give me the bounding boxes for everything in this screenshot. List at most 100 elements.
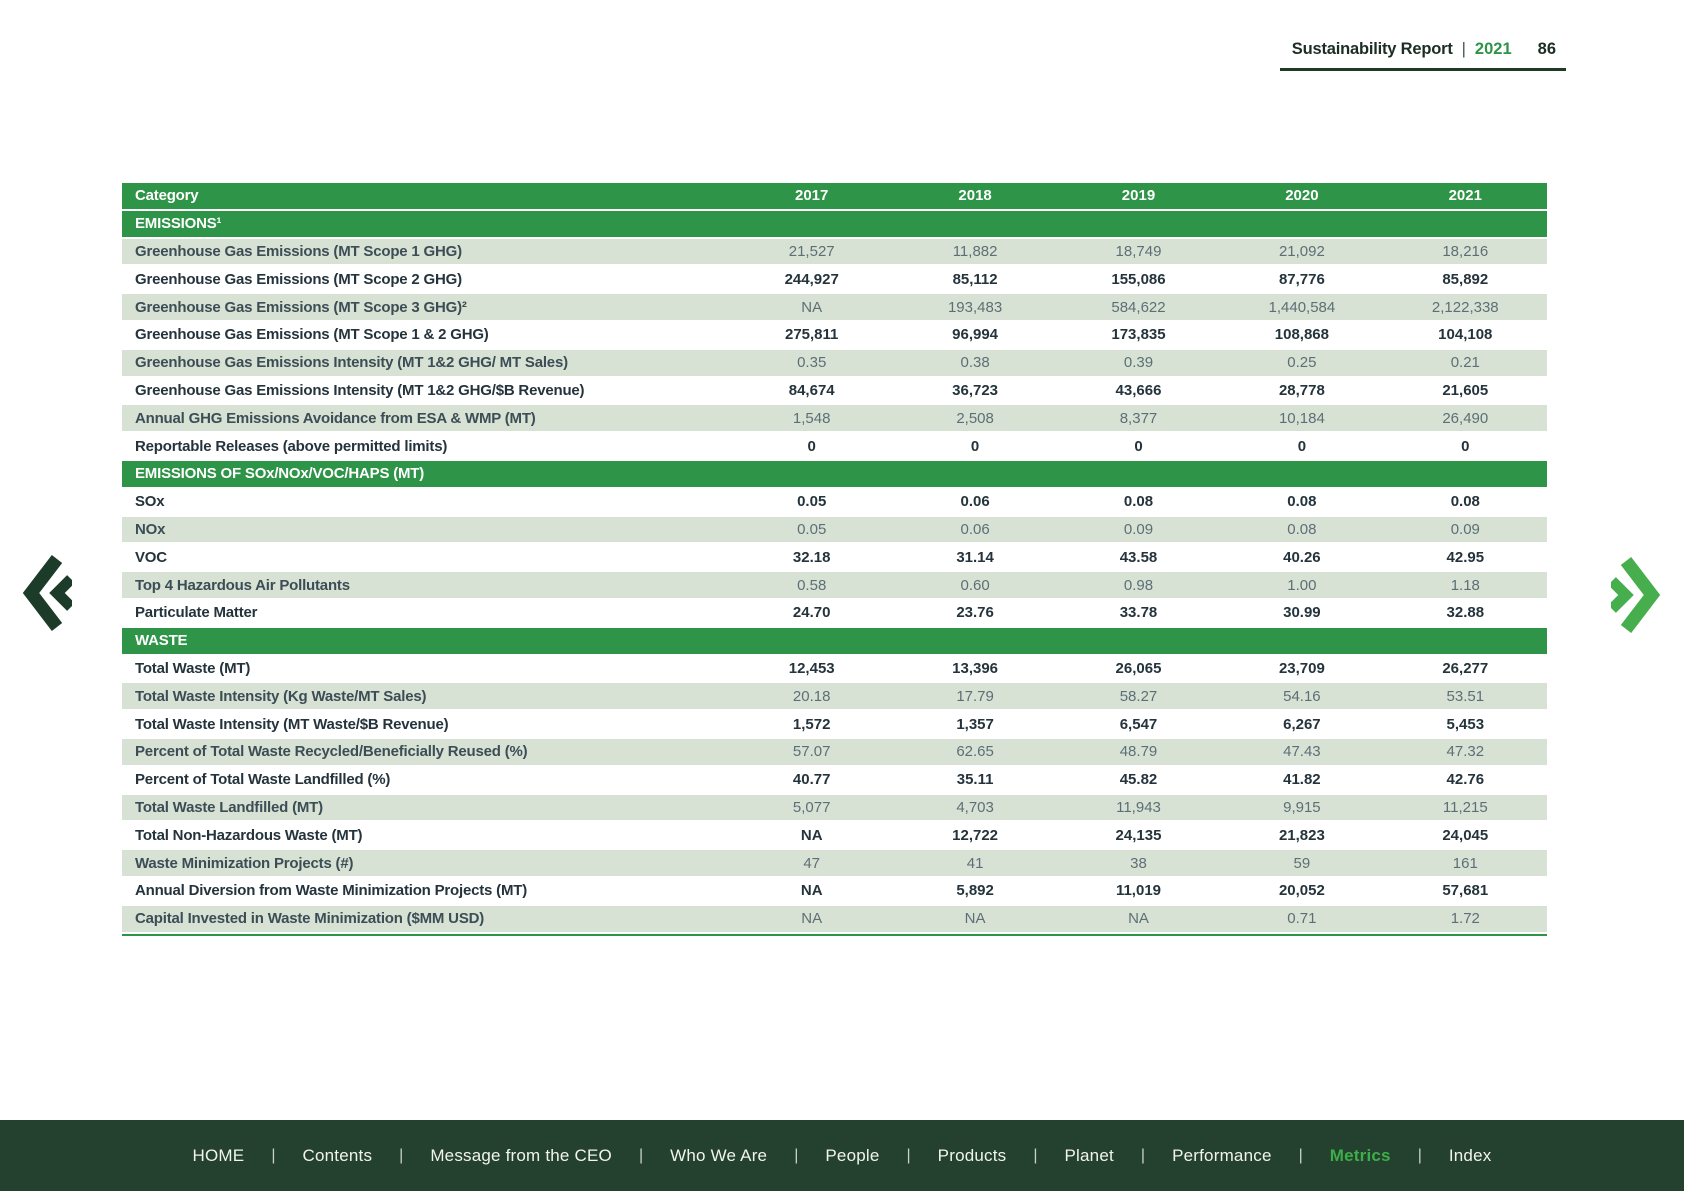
cell-value: 1,572 (730, 717, 893, 732)
nav-item-planet[interactable]: Planet (1065, 1146, 1114, 1166)
row-label: SOx (122, 494, 730, 509)
nav-separator: | (1418, 1147, 1422, 1165)
nav-item-contents[interactable]: Contents (303, 1146, 373, 1166)
cell-value: 11,019 (1057, 883, 1220, 898)
cell-value: 45.82 (1057, 772, 1220, 787)
cell-value: 57.07 (730, 744, 893, 759)
cell-value: 5,892 (893, 883, 1056, 898)
cell-value: 42.95 (1384, 550, 1547, 565)
row-label: Annual GHG Emissions Avoidance from ESA … (122, 411, 730, 426)
cell-value: 32.88 (1384, 605, 1547, 620)
cell-value: 21,527 (730, 244, 893, 259)
cell-value: 23.76 (893, 605, 1056, 620)
metrics-table: Category 2017 2018 2019 2020 2021 EMISSI… (122, 183, 1547, 936)
cell-value: 47.43 (1220, 744, 1383, 759)
row-label: Percent of Total Waste Landfilled (%) (122, 772, 730, 787)
cell-value: 11,215 (1384, 800, 1547, 815)
cell-value: 155,086 (1057, 272, 1220, 287)
table-row: Total Waste Landfilled (MT)5,0774,70311,… (122, 795, 1547, 821)
nav-item-who-we-are[interactable]: Who We Are (670, 1146, 767, 1166)
table-row: Reportable Releases (above permitted lim… (122, 433, 1547, 459)
table-row: Annual Diversion from Waste Minimization… (122, 878, 1547, 904)
cell-value: 23,709 (1220, 661, 1383, 676)
row-label: Waste Minimization Projects (#) (122, 856, 730, 871)
nav-item-performance[interactable]: Performance (1172, 1146, 1272, 1166)
cell-value: 84,674 (730, 383, 893, 398)
nav-item-products[interactable]: Products (938, 1146, 1007, 1166)
cell-value: 0.60 (893, 578, 1056, 593)
cell-value: 0.09 (1057, 522, 1220, 537)
table-row: Greenhouse Gas Emissions (MT Scope 3 GHG… (122, 294, 1547, 320)
cell-value: 26,490 (1384, 411, 1547, 426)
cell-value: 53.51 (1384, 689, 1547, 704)
cell-value: 1,548 (730, 411, 893, 426)
double-chevron-left-icon (20, 622, 72, 637)
column-header-category: Category (122, 188, 730, 203)
nav-separator: | (399, 1147, 403, 1165)
cell-value: NA (730, 883, 893, 898)
row-label: Annual Diversion from Waste Minimization… (122, 883, 730, 898)
nav-separator: | (639, 1147, 643, 1165)
cell-value: 24,045 (1384, 828, 1547, 843)
cell-value: 2,508 (893, 411, 1056, 426)
cell-value: 57,681 (1384, 883, 1547, 898)
cell-value: 42.76 (1384, 772, 1547, 787)
cell-value: 0 (1384, 439, 1547, 454)
nav-item-message-from-the-ceo[interactable]: Message from the CEO (430, 1146, 612, 1166)
table-row: Total Waste (MT)12,45313,39626,06523,709… (122, 656, 1547, 682)
cell-value: 48.79 (1057, 744, 1220, 759)
nav-item-metrics[interactable]: Metrics (1330, 1146, 1391, 1166)
table-row: Percent of Total Waste Landfilled (%)40.… (122, 767, 1547, 793)
report-page: { "page_header": { "title": "Sustainabil… (0, 0, 1684, 1191)
cell-value: 2,122,338 (1384, 300, 1547, 315)
table-bottom-border (122, 934, 1547, 936)
header-separator: | (1462, 40, 1466, 58)
cell-value: 0.08 (1384, 494, 1547, 509)
nav-item-home[interactable]: HOME (193, 1146, 245, 1166)
cell-value: 173,835 (1057, 327, 1220, 342)
column-header-2021: 2021 (1384, 188, 1547, 203)
cell-value: 0.09 (1384, 522, 1547, 537)
cell-value: 8,377 (1057, 411, 1220, 426)
cell-value: 0.98 (1057, 578, 1220, 593)
nav-item-people[interactable]: People (825, 1146, 879, 1166)
table-body: EMISSIONS¹Greenhouse Gas Emissions (MT S… (122, 211, 1547, 932)
section-header-row: EMISSIONS¹ (122, 211, 1547, 237)
cell-value: 12,722 (893, 828, 1056, 843)
cell-value: 87,776 (1220, 272, 1383, 287)
cell-value: 40.77 (730, 772, 893, 787)
cell-value: 47.32 (1384, 744, 1547, 759)
row-label: Total Non-Hazardous Waste (MT) (122, 828, 730, 843)
cell-value: 20,052 (1220, 883, 1383, 898)
cell-value: 6,547 (1057, 717, 1220, 732)
cell-value: 21,092 (1220, 244, 1383, 259)
section-header-row: EMISSIONS OF SOx/NOx/VOC/HAPS (MT) (122, 461, 1547, 487)
cell-value: 0.39 (1057, 355, 1220, 370)
nav-item-index[interactable]: Index (1449, 1146, 1492, 1166)
previous-page-button[interactable] (20, 552, 72, 634)
row-label: Greenhouse Gas Emissions Intensity (MT 1… (122, 383, 730, 398)
cell-value: NA (730, 828, 893, 843)
cell-value: 1.00 (1220, 578, 1383, 593)
cell-value: 0 (730, 439, 893, 454)
cell-value: 33.78 (1057, 605, 1220, 620)
cell-value: 17.79 (893, 689, 1056, 704)
cell-value: 96,994 (893, 327, 1056, 342)
cell-value: 36,723 (893, 383, 1056, 398)
cell-value: 193,483 (893, 300, 1056, 315)
table-row: VOC32.1831.1443.5840.2642.95 (122, 544, 1547, 570)
double-chevron-right-button[interactable] (1611, 554, 1663, 636)
table-row: Percent of Total Waste Recycled/Benefici… (122, 739, 1547, 765)
cell-value: 0.06 (893, 522, 1056, 537)
column-header-2019: 2019 (1057, 188, 1220, 203)
row-label: Total Waste Intensity (Kg Waste/MT Sales… (122, 689, 730, 704)
row-label: Total Waste Landfilled (MT) (122, 800, 730, 815)
nav-separator: | (1141, 1147, 1145, 1165)
nav-separator: | (1033, 1147, 1037, 1165)
cell-value: 0.08 (1220, 494, 1383, 509)
column-header-2017: 2017 (730, 188, 893, 203)
table-row: Greenhouse Gas Emissions Intensity (MT 1… (122, 378, 1547, 404)
table-row: Greenhouse Gas Emissions (MT Scope 1 GHG… (122, 239, 1547, 265)
cell-value: 85,892 (1384, 272, 1547, 287)
report-header: Sustainability Report|202186 (1280, 40, 1566, 71)
